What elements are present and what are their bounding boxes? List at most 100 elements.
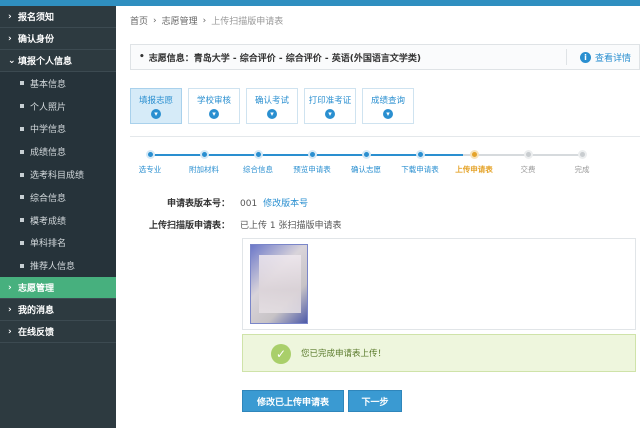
- step-complete: 完成: [552, 146, 612, 175]
- sidebar-item-label: 模考成绩: [30, 216, 67, 227]
- sidebar-item-feedback[interactable]: › 在线反馈: [0, 321, 116, 344]
- sidebar-subitem-school[interactable]: 中学信息: [0, 117, 116, 141]
- tab-fill-application[interactable]: 填报志愿 ▾: [130, 88, 182, 124]
- version-value: 001: [240, 199, 258, 209]
- sidebar-item-label: 选考科目成绩: [30, 171, 85, 182]
- step-upload-form: 上传申请表: [444, 146, 504, 175]
- chevron-right-icon: ›: [8, 33, 12, 44]
- bullet-icon: [20, 104, 24, 109]
- view-details-label: 查看详情: [594, 54, 631, 64]
- step-label: 交费: [520, 165, 536, 174]
- step-label: 上传申请表: [455, 165, 493, 174]
- breadcrumb-home[interactable]: 首页: [130, 14, 148, 27]
- sidebar-subitem-ranking[interactable]: 单科排名: [0, 231, 116, 255]
- application-info-text: 志愿信息：青岛大学 - 综合评价 - 综合评价 - 英语(外国语言文学类): [148, 53, 421, 64]
- step-download-form: 下载申请表: [390, 146, 450, 175]
- step-preview-form: 预览申请表: [282, 146, 342, 175]
- bullet-icon: [20, 195, 24, 200]
- step-circle: [199, 150, 209, 159]
- sidebar: › 报名须知 › 确认身份 ⌄ 填报个人信息 基本信息 个人照片 中学信息 成绩信息 …: [0, 6, 116, 428]
- version-value-wrap: 001 修改版本号: [240, 196, 308, 209]
- chevron-right-icon: ›: [8, 282, 12, 293]
- stage-tabs: 填报志愿 ▾ 学校审核 ▾ 确认考试 ▾ 打印准考证 ▾ 成绩查询 ▾: [130, 88, 414, 124]
- step-circle: [307, 150, 317, 159]
- sidebar-item-label: 单科排名: [30, 239, 67, 250]
- sidebar-item-confirm-identity[interactable]: › 确认身份: [0, 28, 116, 50]
- divider: [130, 136, 640, 137]
- sidebar-subitem-referee[interactable]: 推荐人信息: [0, 254, 116, 278]
- step-circle: [145, 150, 155, 159]
- check-circle-icon: ✓: [271, 344, 291, 364]
- sidebar-item-label: 推荐人信息: [30, 262, 76, 273]
- arrow-down-icon: ▾: [267, 108, 277, 119]
- arrow-down-icon: ▾: [151, 108, 161, 119]
- sidebar-item-label: 个人照片: [30, 102, 67, 113]
- success-message: ✓ 您已完成申请表上传！: [242, 334, 636, 372]
- sidebar-subitem-scores[interactable]: 成绩信息: [0, 140, 116, 164]
- breadcrumb-section[interactable]: 志愿管理: [162, 14, 198, 27]
- uploaded-form-thumbnail[interactable]: [250, 244, 308, 324]
- sidebar-item-label: 成绩信息: [30, 148, 67, 159]
- sidebar-item-notice[interactable]: › 报名须知: [0, 6, 116, 28]
- tab-label: 学校审核: [196, 95, 231, 106]
- sidebar-item-application-management[interactable]: › 志愿管理: [0, 277, 116, 300]
- breadcrumb-separator-icon: ›: [153, 15, 157, 26]
- tab-label: 填报志愿: [138, 95, 173, 106]
- step-label: 预览申请表: [293, 165, 331, 174]
- tab-confirm-exam[interactable]: 确认考试 ▾: [246, 88, 298, 124]
- thumbnail-page: [259, 255, 301, 313]
- step-confirm-choice: 确认志愿: [336, 146, 396, 175]
- bullet-icon: •: [139, 52, 145, 62]
- tab-print-admission[interactable]: 打印准考证 ▾: [304, 88, 356, 124]
- sidebar-item-label: 填报个人信息: [18, 57, 73, 67]
- upload-label: 上传扫描版申请表：: [148, 221, 230, 231]
- modify-upload-button[interactable]: 修改已上传申请表: [242, 390, 344, 412]
- chevron-right-icon: ›: [8, 11, 12, 22]
- tab-school-review[interactable]: 学校审核 ▾: [188, 88, 240, 124]
- sidebar-subitem-basic-info[interactable]: 基本信息: [0, 72, 116, 95]
- step-payment: 交费: [498, 146, 558, 175]
- arrow-down-icon: ▾: [383, 108, 393, 119]
- sidebar-item-label: 我的消息: [18, 306, 55, 317]
- breadcrumb-separator-icon: ›: [202, 15, 207, 26]
- sidebar-item-label: 综合信息: [30, 193, 67, 204]
- bullet-icon: [20, 263, 24, 268]
- sidebar-item-label: 确认身份: [18, 35, 55, 45]
- step-circle: [577, 150, 587, 159]
- sidebar-subitem-elective-scores[interactable]: 选考科目成绩: [0, 163, 116, 186]
- sidebar-item-messages[interactable]: › 我的消息: [0, 299, 116, 322]
- application-info-bar: • 志愿信息：青岛大学 - 综合评价 - 综合评价 - 英语(外国语言文学类) …: [130, 44, 640, 70]
- step-comprehensive-info: 综合信息: [228, 146, 288, 175]
- step-select-major: 选专业: [120, 146, 180, 175]
- step-circle: [469, 150, 479, 159]
- step-label: 附加材料: [189, 165, 219, 174]
- sidebar-item-personal-info[interactable]: ⌄ 填报个人信息: [0, 50, 116, 72]
- chevron-right-icon: ›: [8, 304, 12, 315]
- sidebar-subitem-mock-scores[interactable]: 模考成绩: [0, 208, 116, 232]
- bullet-icon: [20, 81, 24, 86]
- sidebar-item-label: 在线反馈: [18, 328, 55, 339]
- bullet-icon: [20, 218, 24, 223]
- breadcrumb-current: 上传扫描版申请表: [211, 17, 284, 27]
- step-circle: [523, 150, 533, 159]
- view-details-link[interactable]: i 查看详情: [579, 51, 631, 64]
- arrow-down-icon: ▾: [325, 108, 335, 119]
- next-step-button[interactable]: 下一步: [348, 390, 402, 412]
- chevron-down-icon: ⌄: [8, 55, 16, 66]
- main-content: 首页 › 志愿管理 › 上传扫描版申请表 • 志愿信息：青岛大学 - 综合评价 …: [116, 6, 640, 428]
- tab-score-query[interactable]: 成绩查询 ▾: [362, 88, 414, 124]
- chevron-right-icon: ›: [8, 326, 12, 337]
- step-circle: [415, 150, 425, 159]
- step-label: 确认志愿: [351, 165, 381, 174]
- bullet-icon: [20, 126, 24, 131]
- version-label: 申请表版本号：: [166, 199, 230, 209]
- sidebar-subitem-photo[interactable]: 个人照片: [0, 94, 116, 118]
- upload-status: 已上传 1 张扫描版申请表: [240, 221, 342, 231]
- tab-label: 打印准考证: [308, 95, 352, 106]
- sidebar-subitem-comprehensive[interactable]: 综合信息: [0, 185, 116, 209]
- modify-version-link[interactable]: 修改版本号: [263, 199, 308, 209]
- step-additional-materials: 附加材料: [174, 146, 234, 175]
- arrow-down-icon: ▾: [209, 108, 219, 119]
- bullet-icon: [20, 172, 24, 177]
- tab-label: 成绩查询: [370, 95, 405, 106]
